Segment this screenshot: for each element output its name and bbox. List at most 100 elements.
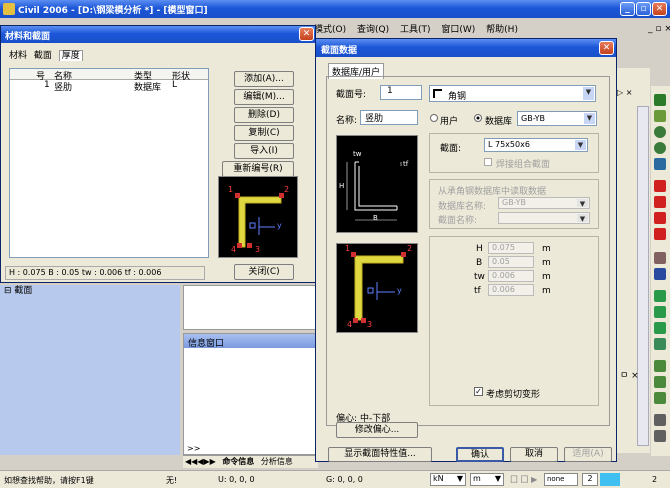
section-data-dialog: 截面数据 ✕ 数据库/用户 截面号: 1 角钢 ▼ 名称: 竖肋 用户 数据库 … [315,38,617,462]
chevron-down-icon[interactable]: ▼ [577,214,588,223]
toolbar-icon-2[interactable] [654,110,666,122]
chevron-down-icon[interactable]: ▼ [584,113,595,124]
modify-offset-button[interactable]: 修改偏心... [336,422,418,438]
chevron-down-icon[interactable]: ▼ [577,199,588,208]
section-select-group: 截面: L 75x50x6 ▼ 焊接组合截面 [429,133,599,173]
toolbar-icon-5[interactable] [654,158,666,170]
toolbar-icon-11[interactable] [654,268,666,280]
param-unit-b: m [542,258,551,268]
toolbar-icon-14[interactable] [654,322,666,334]
row-name: 竖肋 [54,83,73,93]
shear-checkbox[interactable]: ✓ [474,387,483,396]
preview-label-4: 4 [231,245,237,254]
preview-axis-y: y [277,221,282,230]
toolbar-icon-15[interactable] [654,338,666,350]
restore-icon[interactable]: ▫ [636,2,651,16]
arrow-up-icon[interactable] [654,212,666,224]
close-icon[interactable]: ✕ [652,2,667,16]
tab-analysis-info[interactable]: 分析信息 [261,457,293,466]
tab-nav-icon[interactable]: ◀◀◀▶▶ [185,457,216,466]
tree-node-section[interactable]: ⊟ 截面 [4,283,32,296]
param-input-h[interactable]: 0.075 [488,242,534,254]
tab-command-info[interactable]: 命令信息 [222,457,254,466]
weld-label: 焊接组合截面 [496,160,551,170]
section-dialog-close-icon[interactable]: ✕ [599,41,614,55]
menu-window[interactable]: 窗口(W) [441,25,475,35]
edit-button[interactable]: 编辑(M)... [234,89,294,105]
tab-section[interactable]: 截面 [34,51,52,61]
show-properties-button[interactable]: 显示截面特性值... [328,447,432,462]
radio-db-icon[interactable] [474,114,482,122]
secondary-panel-controls[interactable]: ㅁ × [620,368,639,381]
radio-user-icon[interactable] [430,114,438,122]
unit-force-combo[interactable]: kN ▼ [430,473,466,486]
right-panel-arrow[interactable]: ▷ × [617,88,632,97]
cancel-button[interactable]: 取消 [510,447,558,462]
status-bar: 如想查找帮助，请按F1键 无! U: 0, 0, 0 G: 0, 0, 0 kN… [0,470,670,488]
tree-panel: ⊟ 截面 [0,285,180,455]
renumber-button[interactable]: 重新编号(R) [222,161,294,177]
toolbar-icon-16[interactable] [654,360,666,372]
table-row[interactable]: 1 竖肋 数据库 L [10,80,208,93]
menu-bar: 模式(O) 查询(Q) 工具(T) 窗口(W) 帮助(H) [314,22,614,36]
display-none-value: none [547,475,565,483]
chevron-down-icon[interactable]: ▼ [575,140,586,150]
apply-button[interactable]: 适用(A) [564,447,612,462]
section-no-input[interactable]: 1 [380,85,422,100]
from-db-group: 从承角钢数据库中读取数据 数据库名称: GB-YB ▼ 截面名称: ▼ [429,179,599,229]
unit-length-combo[interactable]: m ▼ [470,473,504,486]
zoom-in-icon[interactable] [654,126,666,138]
toolbar-icon-20[interactable] [654,430,666,442]
weld-checkbox[interactable] [484,158,492,166]
add-button[interactable]: 添加(A)... [234,71,294,87]
section-list[interactable]: 号 名称 类型 形状 1 竖肋 数据库 L [9,68,209,258]
menu-help[interactable]: 帮助(H) [486,25,518,35]
arrow-down-icon[interactable] [654,228,666,240]
shape-combo[interactable]: 角钢 ▼ [429,85,596,102]
db-combo[interactable]: GB-YB ▼ [517,111,597,126]
status-right-value: 2 [652,475,658,484]
import-button[interactable]: 导入(I) [234,143,294,159]
precision-box[interactable]: 2 [582,473,598,486]
material-tabs: 材料 截面 厚度 [9,48,83,62]
section-name-combo[interactable]: ▼ [498,212,590,224]
right-panel: ▷ × [612,68,650,453]
minimize-icon[interactable]: _ [620,2,635,16]
display-none-combo[interactable]: none [544,473,578,486]
right-scrollbar[interactable] [637,106,649,446]
material-close-button[interactable]: 关闭(C) [234,264,294,280]
mdi-controls[interactable]: _ ▫ × [648,24,670,34]
tab-material[interactable]: 材料 [9,51,27,61]
shape-value: 角钢 [448,92,467,102]
arrow-left-icon[interactable] [654,180,666,192]
toolbar-icon-1[interactable] [654,94,666,106]
section-list-header: 号 名称 类型 形状 [10,69,208,82]
db-name-combo[interactable]: GB-YB ▼ [498,197,590,209]
toolbar-icon-19[interactable] [654,414,666,426]
toolbar-icon-17[interactable] [654,376,666,388]
menu-tools[interactable]: 工具(T) [400,25,431,35]
material-dialog-close-icon[interactable]: ✕ [299,27,314,41]
param-input-tf[interactable]: 0.006 [488,284,534,296]
ok-button[interactable]: 确认 [456,447,504,462]
copy-button[interactable]: 复制(C) [234,125,294,141]
snap-icons[interactable]: 囗 囗 ▶ [510,474,537,485]
menu-mode[interactable]: 模式(O) [314,25,346,35]
name-input[interactable]: 竖肋 [360,110,418,125]
chevron-down-icon[interactable]: ▼ [583,87,594,100]
toolbar-icon-18[interactable] [654,392,666,404]
toolbar-icon-12[interactable] [654,290,666,302]
param-input-b[interactable]: 0.05 [488,256,534,268]
tab-thickness[interactable]: 厚度 [58,50,83,61]
delete-button[interactable]: 删除(D) [234,107,294,123]
param-value-h: 0.075 [492,243,515,252]
zoom-out-icon[interactable] [654,142,666,154]
material-section-preview: 1 2 4 3 y [218,176,298,258]
param-input-tw[interactable]: 0.006 [488,270,534,282]
arrow-right-icon[interactable] [654,196,666,208]
toolbar-icon-13[interactable] [654,306,666,318]
menu-query[interactable]: 查询(Q) [357,25,389,35]
toolbar-icon-10[interactable] [654,252,666,264]
material-section-dialog: 材料和截面 ✕ 材料 截面 厚度 号 名称 类型 形状 1 竖肋 数据库 L 添… [0,25,316,283]
section-combo[interactable]: L 75x50x6 ▼ [484,138,588,152]
